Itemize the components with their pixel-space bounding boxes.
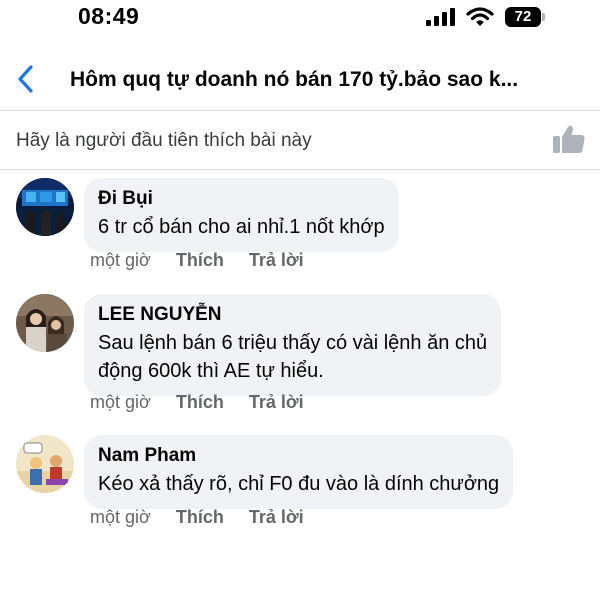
- comment-bubble: LEE NGUYỄN Sau lệnh bán 6 triệu thấy có …: [84, 294, 502, 396]
- like-link[interactable]: Thích: [176, 507, 224, 527]
- post-title: Hôm quq tự doanh nó bán 170 tỷ.bảo sao k…: [70, 68, 519, 91]
- comment-actions: một giờ Thích Trả lời: [90, 507, 324, 528]
- status-bar: 08:49 72: [0, 0, 600, 36]
- avatar[interactable]: [16, 294, 74, 352]
- battery-level: 72: [505, 7, 541, 27]
- comment-author[interactable]: Đi Bụi: [98, 187, 385, 211]
- comment-actions: một giờ Thích Trả lời: [90, 250, 324, 271]
- thumbs-up-icon[interactable]: [552, 124, 586, 154]
- likes-divider: [0, 169, 600, 170]
- avatar[interactable]: [16, 435, 74, 493]
- comment-author[interactable]: LEE NGUYỄN: [98, 303, 487, 327]
- status-time: 08:49: [78, 3, 140, 29]
- likes-row: Hãy là người đầu tiên thích bài này: [0, 111, 600, 169]
- signal-icon: [426, 8, 458, 26]
- likes-text: Hãy là người đầu tiên thích bài này: [16, 130, 312, 151]
- battery-icon: 72: [505, 7, 545, 27]
- comment-author[interactable]: Nam Pham: [98, 444, 499, 468]
- reply-link[interactable]: Trả lời: [249, 392, 304, 412]
- chevron-left-icon[interactable]: [14, 64, 40, 94]
- comment-text: Sau lệnh bán 6 triệu thấy có vài lệnh ăn…: [98, 332, 488, 354]
- comment-text: Kéo xả thấy rõ, chỉ F0 đu vào là dính ch…: [98, 473, 500, 495]
- comment-text: 6 tr cổ bán cho ai nhỉ.1 nốt khớp: [98, 216, 385, 238]
- comment-text: động 600k thì AE tự hiểu.: [98, 360, 324, 382]
- comment-time: một giờ: [90, 392, 151, 412]
- comment-bubble: Nam Pham Kéo xả thấy rõ, chỉ F0 đu vào l…: [84, 435, 514, 509]
- reply-link[interactable]: Trả lời: [249, 507, 304, 527]
- comment-actions: một giờ Thích Trả lời: [90, 392, 324, 413]
- comment-time: một giờ: [90, 250, 151, 270]
- comment-time: một giờ: [90, 507, 151, 527]
- reply-link[interactable]: Trả lời: [249, 250, 304, 270]
- like-link[interactable]: Thích: [176, 392, 224, 412]
- wifi-icon: [466, 7, 494, 26]
- post-header: Hôm quq tự doanh nó bán 170 tỷ.bảo sao k…: [0, 48, 600, 110]
- avatar[interactable]: [16, 178, 74, 236]
- like-link[interactable]: Thích: [176, 250, 224, 270]
- comment-bubble: Đi Bụi 6 tr cổ bán cho ai nhỉ.1 nốt khớp: [84, 178, 399, 252]
